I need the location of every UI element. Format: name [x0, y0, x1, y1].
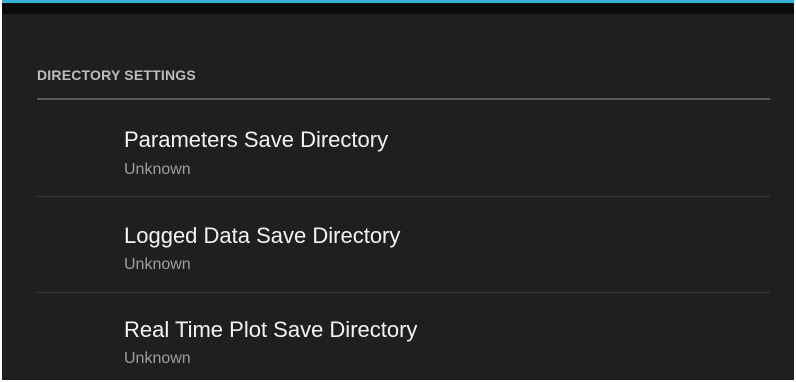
preference-title: Parameters Save Directory	[124, 127, 389, 152]
section-divider	[37, 98, 770, 100]
preference-summary: Unknown	[124, 256, 191, 273]
settings-screen: DIRECTORY SETTINGS Parameters Save Direc…	[2, 0, 794, 380]
preference-title: Logged Data Save Directory	[124, 223, 401, 248]
preference-summary: Unknown	[124, 350, 191, 367]
preference-title: Real Time Plot Save Directory	[124, 317, 418, 342]
preference-summary: Unknown	[124, 161, 191, 178]
preference-logged-data-save-directory[interactable]: Logged Data Save Directory Unknown	[37, 197, 770, 292]
preference-parameters-save-directory[interactable]: Parameters Save Directory Unknown	[37, 101, 770, 196]
action-bar	[2, 0, 794, 14]
section-header: DIRECTORY SETTINGS	[37, 67, 196, 83]
preference-real-time-plot-save-directory[interactable]: Real Time Plot Save Directory Unknown	[37, 293, 770, 380]
